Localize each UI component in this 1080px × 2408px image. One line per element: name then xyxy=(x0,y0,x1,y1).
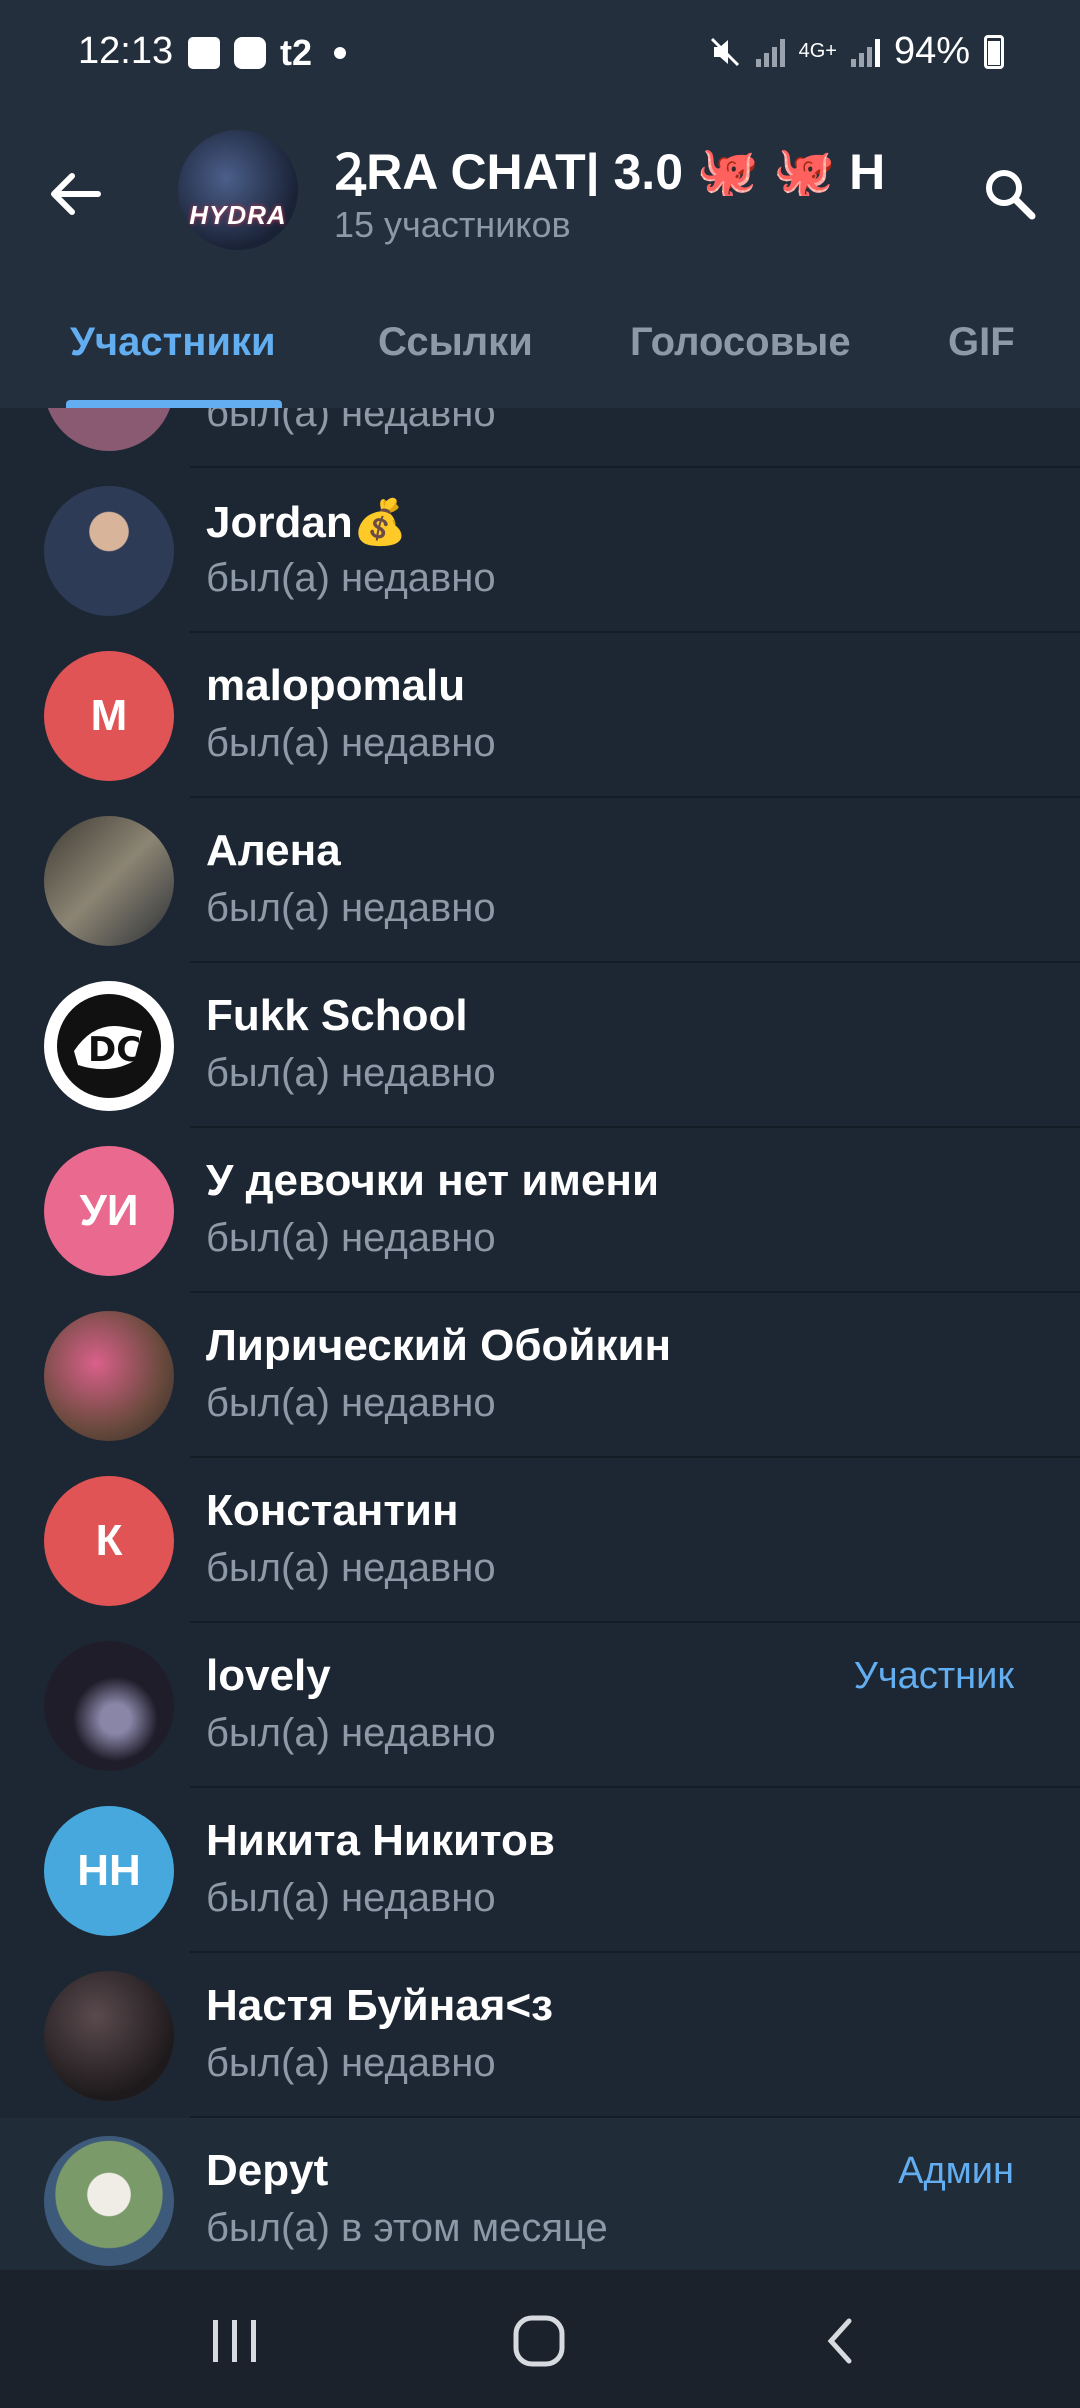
member-status: был(а) недавно xyxy=(206,408,496,435)
member-status: был(а) недавно xyxy=(206,1546,496,1590)
member-status: был(а) недавно xyxy=(206,1876,496,1920)
home-icon xyxy=(513,2315,565,2367)
member-row[interactable]: Алена был(а) недавно xyxy=(0,798,1080,963)
dc-logo-icon: DC xyxy=(57,994,161,1098)
chevron-left-icon xyxy=(827,2318,852,2364)
member-name: Jordan💰 xyxy=(206,498,408,547)
search-button[interactable] xyxy=(970,154,1050,234)
search-icon xyxy=(986,170,1036,220)
member-avatar xyxy=(44,816,174,946)
member-row[interactable]: Jordan💰 был(а) недавно xyxy=(0,468,1080,633)
member-row[interactable]: DC Fukk School был(а) недавно xyxy=(0,963,1080,1128)
tab-voice[interactable]: Голосовые xyxy=(630,320,851,365)
system-navigation-bar xyxy=(0,2270,1080,2408)
gallery-icon xyxy=(188,37,220,69)
member-name: lovely xyxy=(206,1651,331,1700)
member-status: был(а) недавно xyxy=(206,886,496,930)
member-status: был(а) недавно xyxy=(206,1051,496,1095)
member-row[interactable]: Лирический Обойкин был(а) недавно xyxy=(0,1293,1080,1458)
member-role-badge: Админ xyxy=(898,2150,1014,2192)
member-row[interactable]: К Константин был(а) недавно xyxy=(0,1458,1080,1623)
tab-members[interactable]: Участники xyxy=(70,320,276,365)
member-avatar xyxy=(44,1311,174,1441)
member-avatar xyxy=(44,408,174,451)
recent-apps-icon xyxy=(213,2320,256,2362)
signal-icon-1 xyxy=(755,37,785,67)
member-avatar xyxy=(44,2136,174,2266)
member-row[interactable]: Настя Буйная<з был(а) недавно xyxy=(0,1953,1080,2118)
arrow-left-icon xyxy=(51,173,101,215)
status-time: 12:13 xyxy=(78,30,174,72)
member-name: Никита Никитов xyxy=(206,1816,555,1865)
member-avatar xyxy=(44,486,174,616)
member-avatar xyxy=(44,1971,174,2101)
member-name: Константин xyxy=(206,1486,459,1535)
member-name: Depyt xyxy=(206,2146,329,2195)
status-bar: 12:13 t2 4G+ 94% xyxy=(0,0,1080,108)
member-name: malopomalu xyxy=(206,661,466,710)
back-button[interactable] xyxy=(40,158,112,230)
signal-icon-2 xyxy=(850,37,880,67)
status-system-icons: 4G+ 94% xyxy=(708,30,1004,73)
battery-icon xyxy=(984,34,1004,69)
member-status: был(а) недавно xyxy=(206,1216,496,1260)
member-status: был(а) недавно xyxy=(206,1381,496,1425)
group-avatar-logo-text: HYDRA xyxy=(189,199,287,230)
media-tabs: Участники Ссылки Голосовые GIF xyxy=(0,300,1080,408)
member-name: Fukk School xyxy=(206,991,468,1040)
mute-icon xyxy=(710,37,739,66)
member-avatar: УИ xyxy=(44,1146,174,1276)
carrier-label: t2 xyxy=(280,32,313,73)
member-row[interactable]: M malopomalu был(а) недавно xyxy=(0,633,1080,798)
member-row[interactable]: Depyt был(а) в этом месяце Админ xyxy=(0,2118,1080,2270)
member-name: Алена xyxy=(206,826,341,875)
member-avatar: НН xyxy=(44,1806,174,1936)
network-type: 4G+ xyxy=(798,40,837,62)
members-list[interactable]: был(а) недавно Jordan💰 был(а) недавно M … xyxy=(0,408,1080,2270)
member-status: был(а) недавно xyxy=(206,721,496,765)
alarm-icon xyxy=(234,37,266,69)
tab-links[interactable]: Ссылки xyxy=(378,320,533,365)
member-row[interactable]: был(а) недавно xyxy=(0,408,1080,468)
member-row[interactable]: НН Никита Никитов был(а) недавно xyxy=(0,1788,1080,1953)
chat-header: HYDRA ꝜRA CHAT| 3.0 🐙 🐙 H 15 участников … xyxy=(0,108,1080,408)
member-name: Настя Буйная<з xyxy=(206,1981,554,2030)
system-back-button[interactable] xyxy=(796,2296,886,2386)
chat-title[interactable]: ꝜRA CHAT| 3.0 🐙 🐙 H xyxy=(334,136,944,196)
more-notifications-dot-icon xyxy=(334,47,347,59)
member-avatar: DC xyxy=(44,981,174,1111)
member-name: У девочки нет имени xyxy=(206,1156,660,1205)
tab-gif[interactable]: GIF xyxy=(948,320,1015,365)
member-avatar xyxy=(44,1641,174,1771)
member-status: был(а) недавно xyxy=(206,2041,496,2085)
member-row[interactable]: lovely был(а) недавно Участник xyxy=(0,1623,1080,1788)
active-tab-indicator xyxy=(66,400,282,408)
member-status: был(а) в этом месяце xyxy=(206,2206,608,2250)
recent-apps-button[interactable] xyxy=(190,2296,280,2386)
member-row[interactable]: УИ У девочки нет имени был(а) недавно xyxy=(0,1128,1080,1293)
member-avatar: К xyxy=(44,1476,174,1606)
member-role-badge: Участник xyxy=(853,1655,1014,1697)
member-count: 15 участников xyxy=(334,204,571,245)
battery-percent: 94% xyxy=(893,30,970,72)
member-avatar: M xyxy=(44,651,174,781)
home-button[interactable] xyxy=(494,2296,584,2386)
member-name: Лирический Обойкин xyxy=(206,1321,672,1370)
member-status: был(а) недавно xyxy=(206,1711,496,1755)
status-notification-icons: t2 xyxy=(188,32,347,74)
svg-text:DC: DC xyxy=(88,1030,141,1070)
group-avatar[interactable]: HYDRA xyxy=(178,130,298,250)
member-status: был(а) недавно xyxy=(206,556,496,600)
